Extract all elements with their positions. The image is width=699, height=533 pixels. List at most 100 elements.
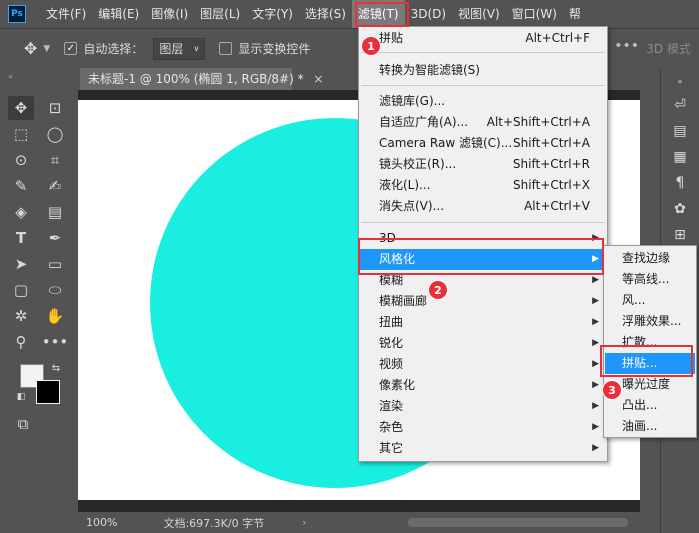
filter-camera-raw[interactable]: Camera Raw 滤镜(C)... Shift+Ctrl+A [360,133,606,154]
tool-preset-caret-icon[interactable]: ▼ [43,44,50,54]
gradient-tool-icon[interactable]: ▤ [42,200,68,224]
show-transform-checkbox[interactable] [219,42,233,55]
properties-panel-icon[interactable]: ▦ [669,146,691,168]
marquee-tool-icon[interactable]: ⬚ [8,122,34,146]
status-expand-icon[interactable]: › [302,516,306,529]
puppet-warp-tool-icon[interactable]: ✲ [8,304,34,328]
document-tab-title: 未标题-1 @ 100% (椭圆 1, RGB/8#) * [88,72,304,86]
auto-select-checkbox[interactable]: ✓ [64,42,78,55]
stylize-contour[interactable]: 等高线... [605,269,695,290]
submenu-arrow-icon: ▶ [592,275,599,285]
menu-divider [361,222,605,223]
eyedropper-tool-icon[interactable]: ✎ [8,174,34,198]
filter-pixelate[interactable]: 像素化 ▶ [360,375,606,396]
menu-3d[interactable]: 3D(D) [405,0,452,28]
collapse-panel-icon[interactable]: » [669,70,691,92]
filter-vanishing-point[interactable]: 消失点(V)... Alt+Ctrl+V [360,196,606,217]
filter-video[interactable]: 视频 ▶ [360,354,606,375]
hand-tool-icon[interactable]: ✋ [42,304,68,328]
annotation-badge-1: 1 [361,36,381,56]
adjustments-panel-icon[interactable]: ⊞ [669,224,691,246]
paragraph-panel-icon[interactable]: ¶ [669,172,691,194]
close-icon[interactable]: × [313,72,323,86]
stylize-tiles[interactable]: 拼贴... [605,353,695,374]
collapse-panel-icon[interactable]: « [8,72,13,81]
filter-lens-correction[interactable]: 镜头校正(R)... Shift+Ctrl+R [360,154,606,175]
move-tool-icon[interactable]: ✥ [24,39,37,58]
move-tool-icon[interactable]: ✥ [8,96,34,120]
menu-item-label: 模糊 [379,273,404,287]
rectangle-tool-icon[interactable]: ▭ [42,252,68,276]
submenu-arrow-icon: ▶ [592,443,599,453]
menu-item-label: 像素化 [379,378,416,392]
history-panel-icon[interactable]: ⏎ [669,94,691,116]
stylize-emboss[interactable]: 浮雕效果... [605,311,695,332]
filter-convert-smart[interactable]: 转换为智能滤镜(S) [360,60,606,81]
path-select-tool-icon[interactable]: ➤ [8,252,34,276]
type-tool-icon[interactable]: T [8,226,34,250]
default-colors-icon[interactable]: ◧ [14,390,28,404]
stylize-submenu: 查找边缘 等高线... 风... 浮雕效果... 扩散... 拼贴... 曝光过… [603,245,697,438]
menu-item-label: 锐化 [379,336,404,350]
swatches-panel-icon[interactable]: ✿ [669,198,691,220]
menu-item-label: 风格化 [379,252,416,266]
horizontal-scrollbar[interactable] [408,518,628,527]
menu-item-shortcut: Shift+Ctrl+X [513,178,590,192]
crop-tool-icon[interactable]: ⌗ [42,148,68,172]
ellipse-tool-icon[interactable]: ⬭ [42,278,68,302]
menu-item-shortcut: Alt+Ctrl+V [524,199,590,213]
filter-liquify[interactable]: 液化(L)... Shift+Ctrl+X [360,175,606,196]
show-transform-label: 显示变换控件 [238,42,311,56]
photoshop-logo-icon: Ps [8,5,26,23]
eraser-tool-icon[interactable]: ◈ [8,200,34,224]
stylize-wind[interactable]: 风... [605,290,695,311]
menu-image[interactable]: 图像(I) [145,0,194,28]
menu-view[interactable]: 视图(V) [452,0,506,28]
layer-select-dropdown[interactable]: 图层 ∨ [153,37,206,60]
stylize-oil-paint[interactable]: 油画... [605,416,695,437]
menu-item-label: 杂色 [379,420,404,434]
menu-help[interactable]: 帮 [563,0,587,28]
filter-gallery[interactable]: 滤镜库(G)... [360,91,606,112]
menu-type[interactable]: 文字(Y) [246,0,299,28]
menu-filter[interactable]: 滤镜(T) [351,0,405,28]
stylize-diffuse[interactable]: 扩散... [605,332,695,353]
background-color-swatch[interactable] [36,380,60,404]
rounded-rect-tool-icon[interactable]: ▢ [8,278,34,302]
zoom-level[interactable]: 100% [86,516,117,529]
zoom-tool-icon[interactable]: ⚲ [8,330,34,354]
menu-item-shortcut: Alt+Ctrl+F [525,31,590,45]
menu-file[interactable]: 文件(F) [40,0,92,28]
artboard-tool-icon[interactable]: ⊡ [42,96,68,120]
quick-select-tool-icon[interactable]: ⊙ [8,148,34,172]
filter-adaptive-wide-angle[interactable]: 自适应广角(A)... Alt+Shift+Ctrl+A [360,112,606,133]
more-tools-icon[interactable]: ••• [42,330,69,354]
filter-render[interactable]: 渲染 ▶ [360,396,606,417]
filter-last-tiles[interactable]: 拼贴 Alt+Ctrl+F [360,28,606,49]
screen-mode-icon[interactable]: ⧉ [10,412,36,436]
document-tab[interactable]: 未标题-1 @ 100% (椭圆 1, RGB/8#) * × [80,68,323,90]
menu-select[interactable]: 选择(S) [299,0,352,28]
filter-distort[interactable]: 扭曲 ▶ [360,312,606,333]
pen-tool-icon[interactable]: ✒ [42,226,68,250]
menu-item-shortcut: Shift+Ctrl+R [512,157,590,171]
menu-layer[interactable]: 图层(L) [194,0,246,28]
stylize-find-edges[interactable]: 查找边缘 [605,248,695,269]
filter-sharpen[interactable]: 锐化 ▶ [360,333,606,354]
filter-stylize[interactable]: 风格化 ▶ [360,249,606,270]
filter-3d[interactable]: 3D ▶ [360,228,606,249]
lasso-tool-icon[interactable]: ◯ [42,122,68,146]
filter-other[interactable]: 其它 ▶ [360,438,606,459]
filter-blur[interactable]: 模糊 ▶ [360,270,606,291]
filter-blur-gallery[interactable]: 模糊画廊 ▶ [360,291,606,312]
more-options-icon[interactable]: ••• [614,38,639,54]
stylize-extrude[interactable]: 凸出... [605,395,695,416]
layers-panel-icon[interactable]: ▤ [669,120,691,142]
menu-edit[interactable]: 编辑(E) [92,0,145,28]
document-info: 文档:697.3K/0 字节 [163,516,265,530]
menu-window[interactable]: 窗口(W) [506,0,563,28]
filter-noise[interactable]: 杂色 ▶ [360,417,606,438]
brush-tool-icon[interactable]: ✍ [42,174,68,198]
swap-colors-icon[interactable]: ⇆ [48,360,64,376]
menu-item-label: 滤镜库(G)... [379,94,446,108]
